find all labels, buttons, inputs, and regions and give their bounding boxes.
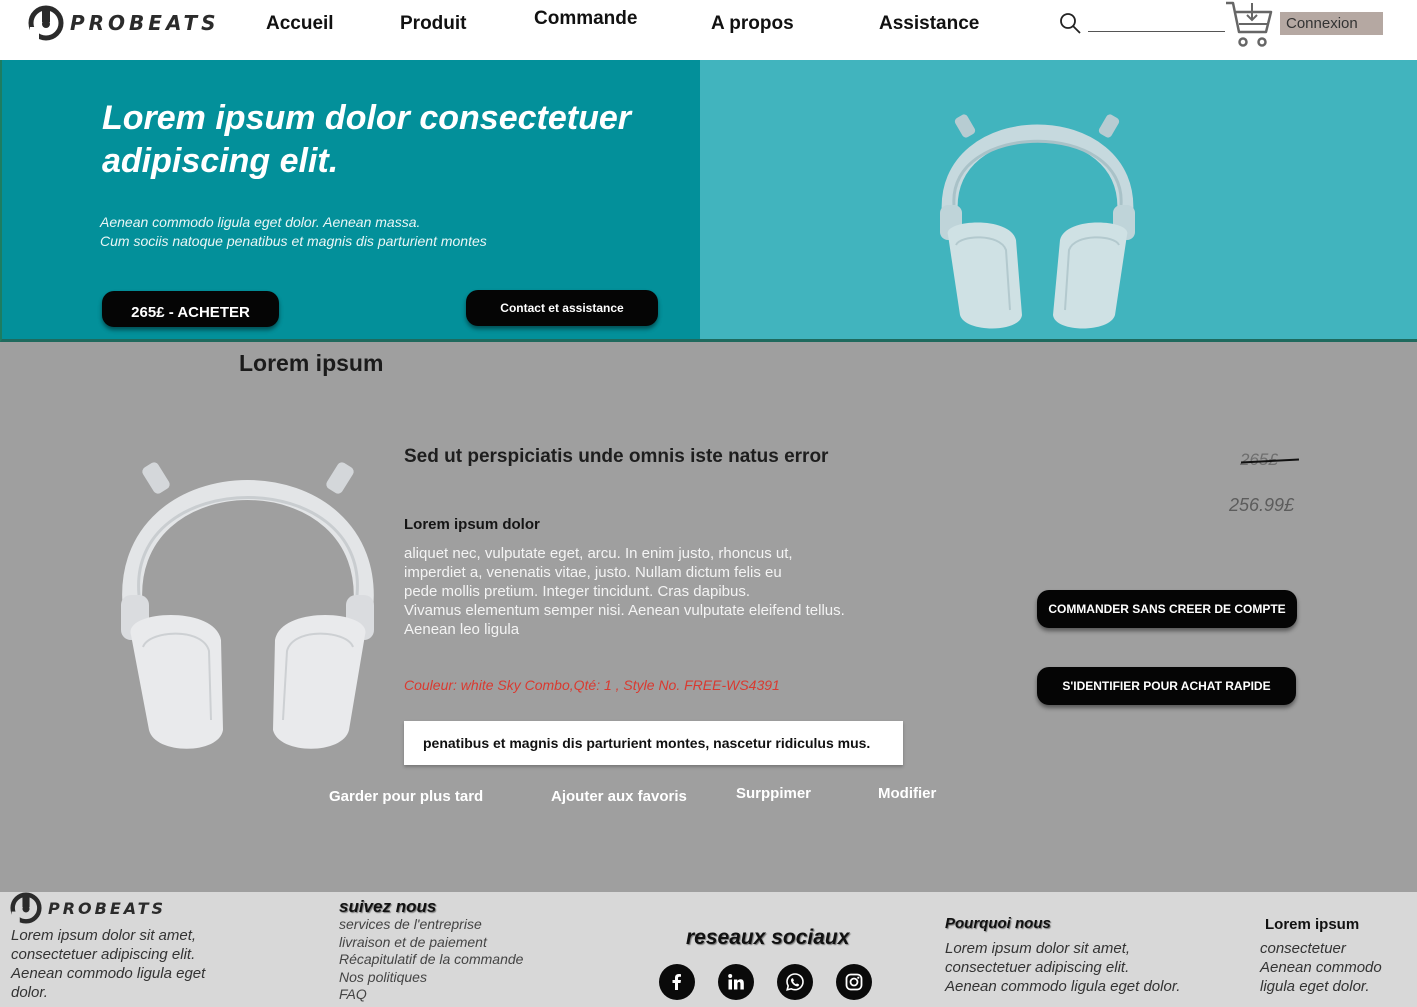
nav-accueil[interactable]: Accueil	[266, 13, 334, 35]
linkedin-icon[interactable]	[718, 964, 754, 1000]
footer-links: services de l'entreprise livraison et de…	[339, 916, 523, 1004]
quick-login-purchase-button[interactable]: S'IDENTIFIER POUR ACHAT RAPIDE	[1037, 667, 1296, 705]
footer-why-heading: Pourquoi nous	[945, 915, 1051, 932]
contact-button[interactable]: Contact et assistance	[466, 290, 658, 326]
footer-extra-heading: Lorem ipsum	[1265, 916, 1360, 933]
footer-link-faq[interactable]: FAQ	[339, 986, 523, 1004]
cart-icon[interactable]	[1224, 0, 1274, 50]
search-icon[interactable]	[1058, 11, 1082, 35]
hero-headphones-image	[940, 114, 1135, 329]
product-subtitle: Lorem ipsum dolor	[404, 516, 540, 533]
brand-logo[interactable]: PROBEATS	[28, 4, 220, 42]
whatsapp-icon[interactable]	[777, 964, 813, 1000]
hero-title: Lorem ipsum dolor consectetuer adipiscin…	[102, 99, 631, 180]
footer-brand-logo[interactable]: PROBEATS	[10, 892, 166, 924]
brand-logo-icon	[28, 5, 64, 41]
new-price: 256.99£	[1229, 495, 1295, 515]
delete-link[interactable]: Surppimer	[736, 785, 811, 802]
product-description: aliquet nec, vulputate eget, arcu. In en…	[404, 545, 845, 638]
brand-name: PROBEATS	[70, 11, 220, 35]
product-note-box: penatibus et magnis dis parturient monte…	[404, 721, 903, 765]
footer-why-text: Lorem ipsum dolor sit amet, consectetuer…	[945, 940, 1181, 995]
top-header: PROBEATS Accueil Produit Commande A prop…	[0, 0, 1417, 60]
footer-link-order-summary[interactable]: Récapitulatif de la commande	[339, 951, 523, 969]
product-name: Sed ut perspiciatis unde omnis iste natu…	[404, 446, 829, 467]
footer-extra-text: consectetuer Aenean commodo ligula eget …	[1260, 940, 1382, 995]
footer-link-services[interactable]: services de l'entreprise	[339, 916, 523, 934]
footer-link-policies[interactable]: Nos politiques	[339, 969, 523, 987]
hero-subtitle: Aenean commodo ligula eget dolor. Aenean…	[100, 214, 487, 249]
nav-commande[interactable]: Commande	[534, 8, 637, 30]
nav-produit[interactable]: Produit	[400, 13, 467, 35]
nav-a-propos[interactable]: A propos	[711, 13, 794, 35]
login-button[interactable]: Connexion	[1280, 12, 1383, 35]
facebook-icon[interactable]	[659, 964, 695, 1000]
footer-link-delivery[interactable]: livraison et de paiement	[339, 934, 523, 952]
footer-about-text: Lorem ipsum dolor sit amet, consectetuer…	[11, 927, 206, 1001]
product-details: Couleur: white Sky Combo,Qté: 1 , Style …	[404, 677, 780, 693]
add-to-favorites-link[interactable]: Ajouter aux favoris	[551, 788, 687, 805]
search-input[interactable]	[1088, 10, 1225, 32]
buy-button[interactable]: 265£ - ACHETER	[102, 291, 279, 327]
save-for-later-link[interactable]: Garder pour plus tard	[329, 788, 483, 805]
footer-follow-heading: suivez nous	[339, 897, 437, 916]
footer-logo-icon	[10, 892, 42, 924]
edit-link[interactable]: Modifier	[878, 785, 936, 802]
order-without-account-button[interactable]: COMMANDER SANS CREER DE COMPTE	[1037, 590, 1297, 628]
footer-social-heading: reseaux sociaux	[686, 926, 850, 949]
product-headphones-image	[121, 462, 374, 749]
instagram-icon[interactable]	[836, 964, 872, 1000]
footer-brand-name: PROBEATS	[48, 898, 167, 918]
nav-assistance[interactable]: Assistance	[879, 13, 979, 35]
section-title: Lorem ipsum	[239, 350, 384, 376]
